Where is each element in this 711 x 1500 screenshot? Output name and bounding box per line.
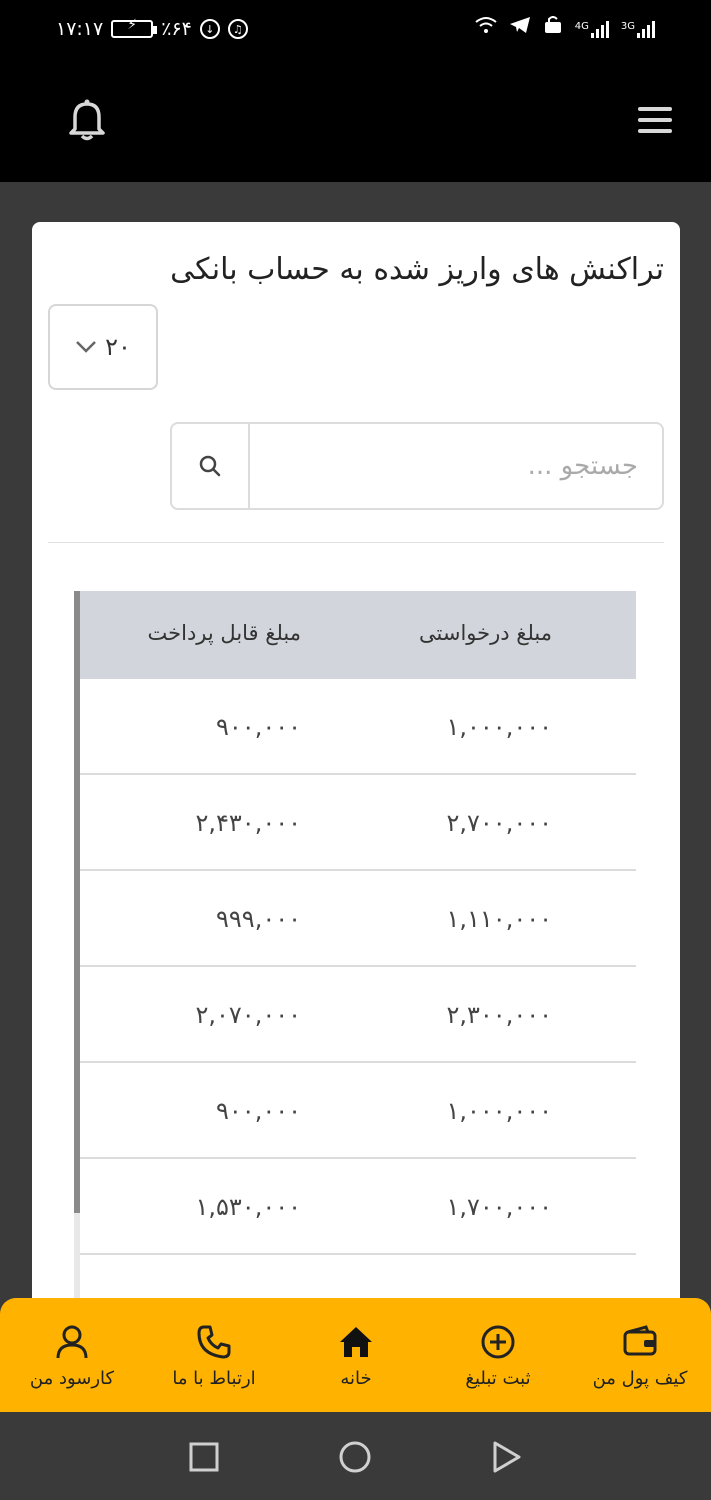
cell-requested: ۲,۳۰۰,۰۰۰ (446, 1001, 552, 1029)
divider (48, 542, 664, 543)
battery-percent: ٪۶۴ (161, 18, 192, 40)
cell-requested: ۲,۷۰۰,۰۰۰ (446, 809, 552, 837)
battery-icon: ⚡ (111, 17, 158, 38)
table-row: ۱,۷۰۰,۰۰۰ ۱,۵۳۰,۰۰۰ (80, 1159, 636, 1255)
wallet-icon (623, 1325, 657, 1356)
table-row: ۱,۱۱۰,۰۰۰ ۹۹۹,۰۰۰ (80, 871, 636, 967)
cell-requested: ۱,۱۱۰,۰۰۰ (446, 905, 552, 933)
bell-icon[interactable] (66, 98, 108, 142)
hamburger-menu-icon[interactable] (638, 107, 672, 135)
chevron-down-icon (76, 341, 96, 353)
network-4g-label: 4G (574, 21, 589, 32)
search-icon (199, 455, 221, 477)
per-page-value: ۲۰ (105, 333, 131, 361)
telegram-icon (509, 16, 531, 38)
column-header-requested: مبلغ درخواستی (419, 621, 552, 645)
nav-label-post-ad: ثبت تبلیغ (465, 1368, 531, 1389)
wifi-icon (475, 16, 497, 38)
table-row: ۱,۰۰۰,۰۰۰ ۹۰۰,۰۰۰ (80, 1063, 636, 1159)
nav-label-home: خانه (340, 1368, 372, 1389)
table-row: ۱,۰۰۰,۰۰۰ ۹۰۰,۰۰۰ (80, 679, 636, 775)
signal-4g-icon: 4G (575, 21, 609, 38)
network-3g-label: 3G (620, 21, 635, 32)
transactions-table: مبلغ درخواستی مبلغ قابل پرداخت ۱,۰۰۰,۰۰۰… (74, 591, 636, 1342)
status-right: 4G 3G (475, 16, 655, 38)
table-row: ۲,۳۰۰,۰۰۰ ۲,۰۷۰,۰۰۰ (80, 967, 636, 1063)
signal-3g-icon: 3G (621, 21, 655, 38)
cell-payable: ۹۰۰,۰۰۰ (216, 713, 301, 741)
data-saver-icon: ↓ (199, 19, 220, 39)
nav-item-contact[interactable]: ارتباط با ما (143, 1298, 285, 1412)
nav-item-profile[interactable]: کارسود من (1, 1298, 143, 1412)
vpn-icon (543, 16, 563, 38)
nav-item-wallet[interactable]: کیف پول من (569, 1298, 711, 1412)
plus-circle-icon (481, 1325, 515, 1359)
transactions-card: تراکنش های واریز شده به حساب بانکی ۲۰ مب… (32, 222, 680, 1342)
user-icon (56, 1325, 88, 1359)
status-time: ۱۷:۱۷ (56, 18, 104, 40)
nav-item-post-ad[interactable]: ثبت تبلیغ (427, 1298, 569, 1412)
search-button[interactable] (172, 424, 250, 508)
cell-requested: ۱,۷۰۰,۰۰۰ (446, 1193, 552, 1221)
cell-payable: ۲,۰۷۰,۰۰۰ (195, 1001, 301, 1029)
nav-item-home[interactable]: خانه (285, 1298, 427, 1412)
recents-icon[interactable] (189, 1442, 219, 1472)
column-header-payable: مبلغ قابل پرداخت (147, 621, 301, 645)
page-title: تراکنش های واریز شده به حساب بانکی (170, 252, 664, 287)
table-header: مبلغ درخواستی مبلغ قابل پرداخت (80, 591, 636, 679)
nav-label-wallet: کیف پول من (592, 1368, 688, 1389)
bottom-nav: کیف پول من ثبت تبلیغ خانه ارتباط با ما ک… (0, 1298, 711, 1412)
cell-payable: ۲,۴۳۰,۰۰۰ (195, 809, 301, 837)
status-bar: ۱۷:۱۷ ⚡ ٪۶۴ ↓ ♫ 4G 3G (0, 0, 711, 60)
home-icon (340, 1327, 372, 1357)
nav-label-contact: ارتباط با ما (172, 1368, 256, 1389)
cell-payable: ۹۹۹,۰۰۰ (216, 905, 301, 933)
system-nav-bar (0, 1412, 711, 1500)
per-page-select[interactable]: ۲۰ (48, 304, 158, 390)
status-left: ۱۷:۱۷ ⚡ ٪۶۴ ↓ ♫ (56, 17, 248, 40)
back-icon[interactable] (492, 1440, 522, 1474)
cell-payable: ۹۰۰,۰۰۰ (216, 1097, 301, 1125)
headset-icon: ♫ (227, 19, 248, 39)
table-row: ۲,۷۰۰,۰۰۰ ۲,۴۳۰,۰۰۰ (80, 775, 636, 871)
nav-label-profile: کارسود من (29, 1368, 115, 1389)
cell-requested: ۱,۰۰۰,۰۰۰ (446, 1097, 552, 1125)
cell-payable: ۱,۵۳۰,۰۰۰ (195, 1193, 301, 1221)
phone-icon (197, 1325, 231, 1359)
cell-requested: ۱,۰۰۰,۰۰۰ (446, 713, 552, 741)
search-input[interactable] (250, 424, 662, 508)
search-box (170, 422, 664, 510)
home-button-icon[interactable] (338, 1440, 372, 1474)
